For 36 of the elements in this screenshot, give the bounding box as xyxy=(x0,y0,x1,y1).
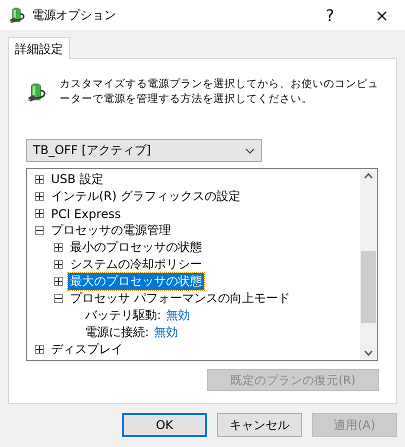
tree-item[interactable]: プロセッサの電源管理 xyxy=(49,222,173,239)
tree-item[interactable]: ディスプレイ xyxy=(49,341,125,358)
expand-icon[interactable] xyxy=(54,243,63,252)
tree-item[interactable]: インテル(R) グラフィックスの設定 xyxy=(49,188,243,205)
chevron-up-icon[interactable] xyxy=(364,173,373,179)
scrollbar[interactable] xyxy=(360,169,377,360)
collapse-icon[interactable] xyxy=(54,294,63,303)
tree-item[interactable]: PCI Express xyxy=(49,206,123,220)
expand-icon[interactable] xyxy=(35,175,44,184)
tree-item[interactable]: プロセッサ パフォーマンスの向上モード xyxy=(68,290,292,307)
tree-item[interactable]: USB 設定 xyxy=(49,171,106,188)
expand-icon[interactable] xyxy=(35,192,44,201)
tree-item[interactable]: システムの冷却ポリシー xyxy=(68,256,204,273)
setting-value[interactable]: 無効 xyxy=(154,324,178,341)
tree-item[interactable]: 最大のプロセッサの状態 xyxy=(68,273,204,290)
dialog-button[interactable]: OK xyxy=(122,413,207,437)
setting-label: バッテリ駆動: xyxy=(85,307,162,324)
chevron-down-icon[interactable] xyxy=(364,350,373,356)
expand-icon[interactable] xyxy=(54,260,63,269)
collapse-icon[interactable] xyxy=(35,226,44,235)
close-button[interactable]: × xyxy=(359,0,405,30)
expand-icon[interactable] xyxy=(35,209,44,218)
expand-icon[interactable] xyxy=(54,277,63,286)
description: カスタマイズする電源プランを選択してから、お使いのコンピューターで電源を管理する方法を選択してください。 xyxy=(59,77,379,107)
chevron-down-icon xyxy=(245,148,255,154)
help-button[interactable]: ? xyxy=(307,0,353,30)
plan-dropdown[interactable]: TB_OFF [アクティブ] xyxy=(26,139,262,162)
scroll-thumb[interactable] xyxy=(361,251,376,323)
setting-label: 電源に接続: xyxy=(85,324,150,341)
dialog-button[interactable]: キャンセル xyxy=(217,413,302,437)
window-title: 電源オプション xyxy=(32,6,117,24)
tree-item[interactable]: 最小のプロセッサの状態 xyxy=(68,239,204,256)
setting-value[interactable]: 無効 xyxy=(166,307,190,324)
tab[interactable]: 詳細設定 xyxy=(8,37,70,59)
battery-plug-icon xyxy=(8,6,26,24)
expand-icon[interactable] xyxy=(35,345,44,354)
